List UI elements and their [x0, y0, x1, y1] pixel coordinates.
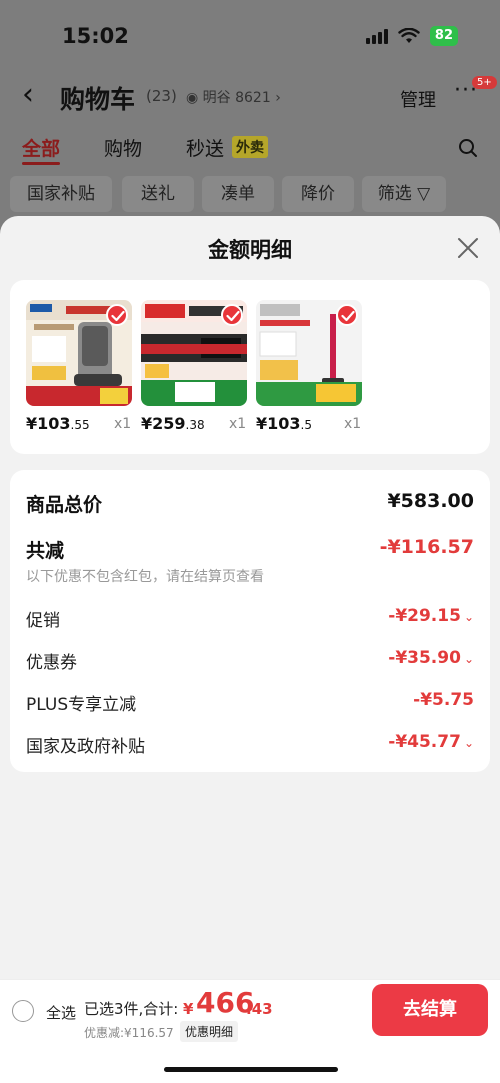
tab-all[interactable]: 全部	[22, 134, 60, 161]
product-item[interactable]: ¥259.38 x1	[141, 300, 247, 433]
amount-detail-sheet: 金额明细 ¥103.55 x1 ¥259.38 x1 ¥103.5 x1 商品总…	[0, 216, 500, 1083]
total-price-label: 商品总价	[26, 494, 103, 516]
coupon-row[interactable]: 优惠券 -¥35.90 ⌄	[26, 648, 474, 673]
total-amount-decimal: .43	[246, 1000, 273, 1018]
more-badge: 5+	[472, 76, 497, 89]
promo-row[interactable]: 促销 -¥29.15 ⌄	[26, 606, 474, 631]
coupon-value: -¥35.90 ⌄	[388, 648, 474, 668]
checkout-bar: 全选 已选3件,合计: ¥ 466 .43 优惠减:¥116.57 优惠明细 去…	[0, 979, 500, 1083]
price-decimal: .5	[300, 418, 312, 432]
total-reduce-label: 共减	[26, 540, 65, 562]
product-price: ¥103.55	[26, 414, 90, 433]
nav-bar: ‹ 购物车 (23) ◉ 明谷 8621 › 管理 ··· 5+	[0, 76, 500, 118]
wifi-icon	[398, 28, 420, 43]
price-main: ¥103	[26, 414, 71, 433]
tab-underline	[22, 162, 60, 165]
status-icons: 82	[365, 26, 458, 46]
selected-summary: 已选3件,合计:	[84, 1000, 179, 1018]
product-quantity: x1	[344, 416, 362, 432]
tab-shopping[interactable]: 购物	[104, 134, 142, 161]
total-reduce-row: 共减 -¥116.57	[26, 536, 474, 562]
tab-bar: 全部 购物 秒送 外卖	[0, 134, 500, 166]
select-all-radio[interactable]	[12, 1000, 34, 1022]
chevron-down-icon: ⌄	[463, 652, 474, 666]
discount-total: 优惠减:¥116.57	[84, 1026, 174, 1040]
product-price: ¥259.38	[141, 414, 205, 433]
product-item[interactable]: ¥103.55 x1	[26, 300, 132, 433]
product-image	[141, 300, 247, 406]
subsidy-label: 国家及政府补贴	[26, 737, 145, 757]
checked-icon[interactable]	[336, 304, 358, 326]
total-reduce-value: -¥116.57	[379, 536, 474, 558]
sheet-title: 金额明细	[208, 238, 292, 262]
discount-detail-link[interactable]: 优惠明细	[180, 1021, 239, 1042]
checkout-button[interactable]: 去结算	[372, 984, 488, 1036]
status-time: 15:02	[62, 24, 129, 48]
total-price-row: 商品总价 ¥583.00	[26, 490, 474, 516]
chip-bundle[interactable]: 凑单	[202, 176, 274, 212]
price-decimal: .38	[185, 418, 205, 432]
coupon-amount: -¥35.90	[388, 648, 461, 668]
total-currency: ¥	[183, 1000, 194, 1018]
product-image	[26, 300, 132, 406]
status-bar: 15:02 82	[0, 0, 500, 72]
takeout-tag: 外卖	[232, 136, 268, 158]
product-price: ¥103.5	[256, 414, 312, 433]
product-quantity: x1	[229, 416, 247, 432]
location-text: 明谷 8621 ›	[202, 90, 281, 106]
promo-label: 促销	[26, 611, 60, 631]
product-quantity: x1	[114, 416, 132, 432]
subsidy-value: -¥45.77 ⌄	[388, 732, 474, 752]
chip-filter[interactable]: 筛选 ▽	[362, 176, 446, 212]
price-main: ¥259	[141, 414, 186, 433]
subsidy-amount: -¥45.77	[388, 732, 461, 752]
back-icon[interactable]: ‹	[22, 80, 34, 110]
price-decimal: .55	[70, 418, 90, 432]
chevron-down-icon: ⌄	[463, 610, 474, 624]
page-title: 购物车	[60, 85, 136, 114]
product-image	[256, 300, 362, 406]
plus-value: -¥5.75	[413, 690, 474, 710]
checked-icon[interactable]	[106, 304, 128, 326]
products-card: ¥103.55 x1 ¥259.38 x1 ¥103.5 x1	[10, 280, 490, 454]
signal-icon	[365, 28, 388, 44]
plus-row: PLUS专享立减 -¥5.75	[26, 690, 474, 715]
battery-indicator: 82	[429, 26, 458, 46]
tab-express[interactable]: 秒送	[186, 134, 224, 161]
chip-national-subsidy[interactable]: 国家补贴	[10, 176, 112, 212]
cart-count: (23)	[146, 87, 177, 105]
price-summary-card: 商品总价 ¥583.00 共减 -¥116.57 以下优惠不包含红包，请在结算页…	[10, 470, 490, 772]
chip-gift[interactable]: 送礼	[122, 176, 194, 212]
product-item[interactable]: ¥103.5 x1	[256, 300, 362, 433]
plus-label: PLUS专享立减	[26, 695, 137, 715]
search-icon[interactable]	[458, 138, 478, 158]
chip-price-drop[interactable]: 降价	[282, 176, 354, 212]
eye-icon: ◉	[186, 90, 203, 106]
home-indicator	[164, 1067, 338, 1072]
chevron-down-icon: ⌄	[463, 736, 474, 750]
location-label[interactable]: ◉ 明谷 8621 ›	[186, 87, 281, 107]
coupon-label: 优惠券	[26, 653, 77, 673]
subsidy-row[interactable]: 国家及政府补贴 -¥45.77 ⌄	[26, 732, 474, 757]
promo-amount: -¥29.15	[388, 606, 461, 626]
discount-note: 以下优惠不包含红包，请在结算页查看	[26, 569, 264, 585]
close-icon[interactable]	[456, 236, 480, 260]
price-main: ¥103	[256, 414, 301, 433]
select-all-label[interactable]: 全选	[46, 1002, 76, 1023]
manage-button[interactable]: 管理	[400, 86, 436, 112]
promo-value: -¥29.15 ⌄	[388, 606, 474, 626]
total-price-value: ¥583.00	[387, 490, 474, 512]
checked-icon[interactable]	[221, 304, 243, 326]
